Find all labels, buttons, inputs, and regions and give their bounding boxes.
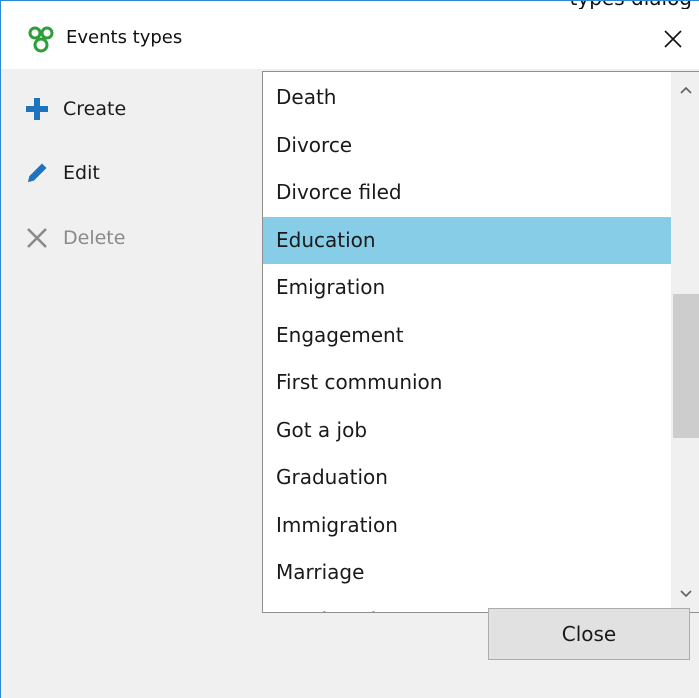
- background-window-title: types dialog: [570, 1, 692, 9]
- chevron-up-icon: [680, 86, 692, 94]
- list-item[interactable]: Engagement: [263, 312, 673, 360]
- scroll-up-button[interactable]: [672, 76, 699, 104]
- close-button[interactable]: Close: [488, 608, 690, 660]
- pencil-icon: [23, 159, 51, 187]
- list-item[interactable]: First communion: [263, 359, 673, 407]
- edit-button[interactable]: Edit: [23, 155, 100, 191]
- event-types-list[interactable]: Death Divorce Divorce filed Education Em…: [262, 71, 699, 613]
- list-item[interactable]: Graduation: [263, 454, 673, 502]
- chevron-down-icon: [680, 590, 692, 598]
- close-icon: [664, 30, 682, 48]
- window-close-button[interactable]: [653, 19, 693, 59]
- scrollbar-thumb[interactable]: [673, 294, 699, 438]
- title-bar[interactable]: Events types: [1, 9, 699, 69]
- edit-label: Edit: [63, 162, 100, 184]
- create-button[interactable]: Create: [23, 91, 126, 127]
- list-item[interactable]: Immigration: [263, 502, 673, 550]
- list-item[interactable]: Marriage: [263, 549, 673, 597]
- list-item-selected[interactable]: Education: [263, 216, 673, 264]
- delete-button[interactable]: Delete: [23, 220, 125, 256]
- list-item[interactable]: Got a job: [263, 407, 673, 455]
- x-icon: [23, 224, 51, 252]
- list-item[interactable]: Divorce: [263, 122, 673, 170]
- list-items: Death Divorce Divorce filed Education Em…: [263, 74, 673, 612]
- events-types-dialog: types dialog Events types Create: [0, 0, 699, 698]
- scroll-down-button[interactable]: [672, 580, 699, 608]
- window-title: Events types: [66, 27, 183, 48]
- create-label: Create: [63, 98, 127, 120]
- list-item[interactable]: Emigration: [263, 264, 673, 312]
- list-item[interactable]: Death: [263, 74, 673, 122]
- app-logo-icon: [28, 26, 54, 53]
- background-window-strip: types dialog: [1, 1, 699, 9]
- plus-icon: [23, 95, 51, 123]
- delete-label: Delete: [63, 227, 126, 249]
- list-item[interactable]: Divorce filed: [263, 169, 673, 217]
- list-scrollbar[interactable]: [671, 72, 699, 612]
